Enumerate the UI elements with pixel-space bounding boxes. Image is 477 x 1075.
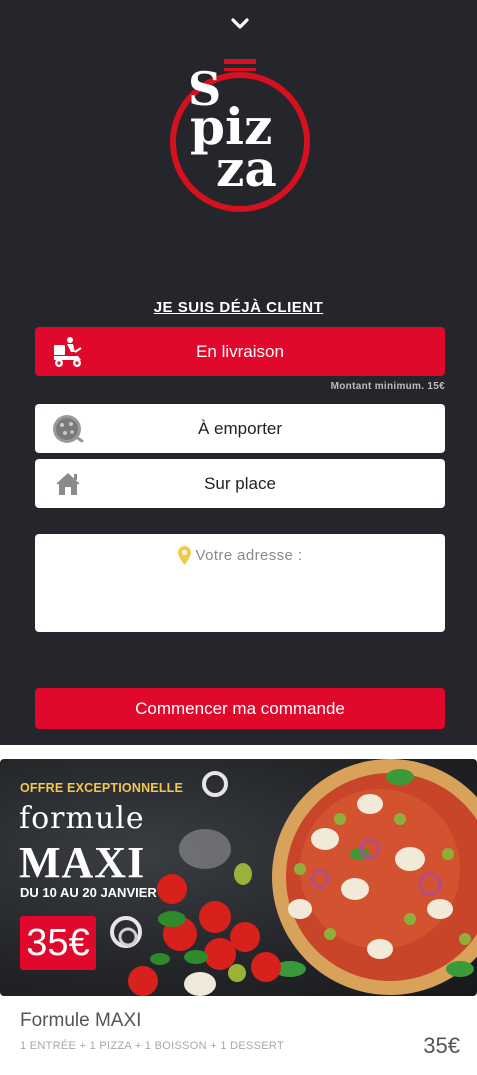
promo-banner[interactable]: OFFRE EXCEPTIONNELLE formule MAXI DU 10 …: [0, 759, 477, 996]
spizza-logo: S piz za: [164, 56, 316, 220]
promo-maxi-title: MAXI: [19, 838, 146, 887]
takeaway-mode-label: À emporter: [197, 418, 283, 438]
address-label: Votre adresse :: [35, 546, 445, 565]
product-price: 35€: [423, 1033, 460, 1058]
onsite-mode-button[interactable]: Sur place: [35, 459, 445, 508]
location-pin-icon: [177, 546, 191, 565]
promo-dates: DU 10 AU 20 JANVIER: [20, 885, 157, 900]
pizza-box-icon: [53, 414, 84, 443]
minimum-amount-note: Montant minimum. 15€: [330, 381, 445, 392]
takeaway-mode-button[interactable]: À emporter: [35, 404, 445, 453]
start-order-button[interactable]: Commencer ma commande: [35, 688, 445, 729]
order-panel: S piz za JE SUIS DÉJÀ CLIENT En livraiso…: [0, 0, 477, 745]
onsite-mode-label: Sur place: [204, 473, 276, 493]
address-placeholder: Votre adresse :: [195, 547, 303, 564]
logo-letters-za: za: [216, 139, 277, 198]
promo-offer-label: OFFRE EXCEPTIONNELLE: [20, 781, 184, 795]
product-description: 1 ENTRÉE + 1 PIZZA + 1 BOISSON + 1 DESSE…: [20, 1040, 284, 1052]
product-name[interactable]: Formule MAXI: [20, 1010, 141, 1032]
address-input[interactable]: Votre adresse :: [35, 534, 445, 632]
chevron-down-icon[interactable]: [230, 14, 250, 34]
home-icon: [56, 472, 80, 495]
delivery-mode-button[interactable]: En livraison: [35, 327, 445, 376]
delivery-scooter-icon: [54, 336, 82, 367]
promo-formule-title: formule: [19, 801, 145, 836]
existing-client-link[interactable]: JE SUIS DÉJÀ CLIENT: [0, 299, 477, 316]
delivery-mode-label: En livraison: [196, 341, 284, 361]
promo-price-badge: 35€: [20, 916, 96, 970]
